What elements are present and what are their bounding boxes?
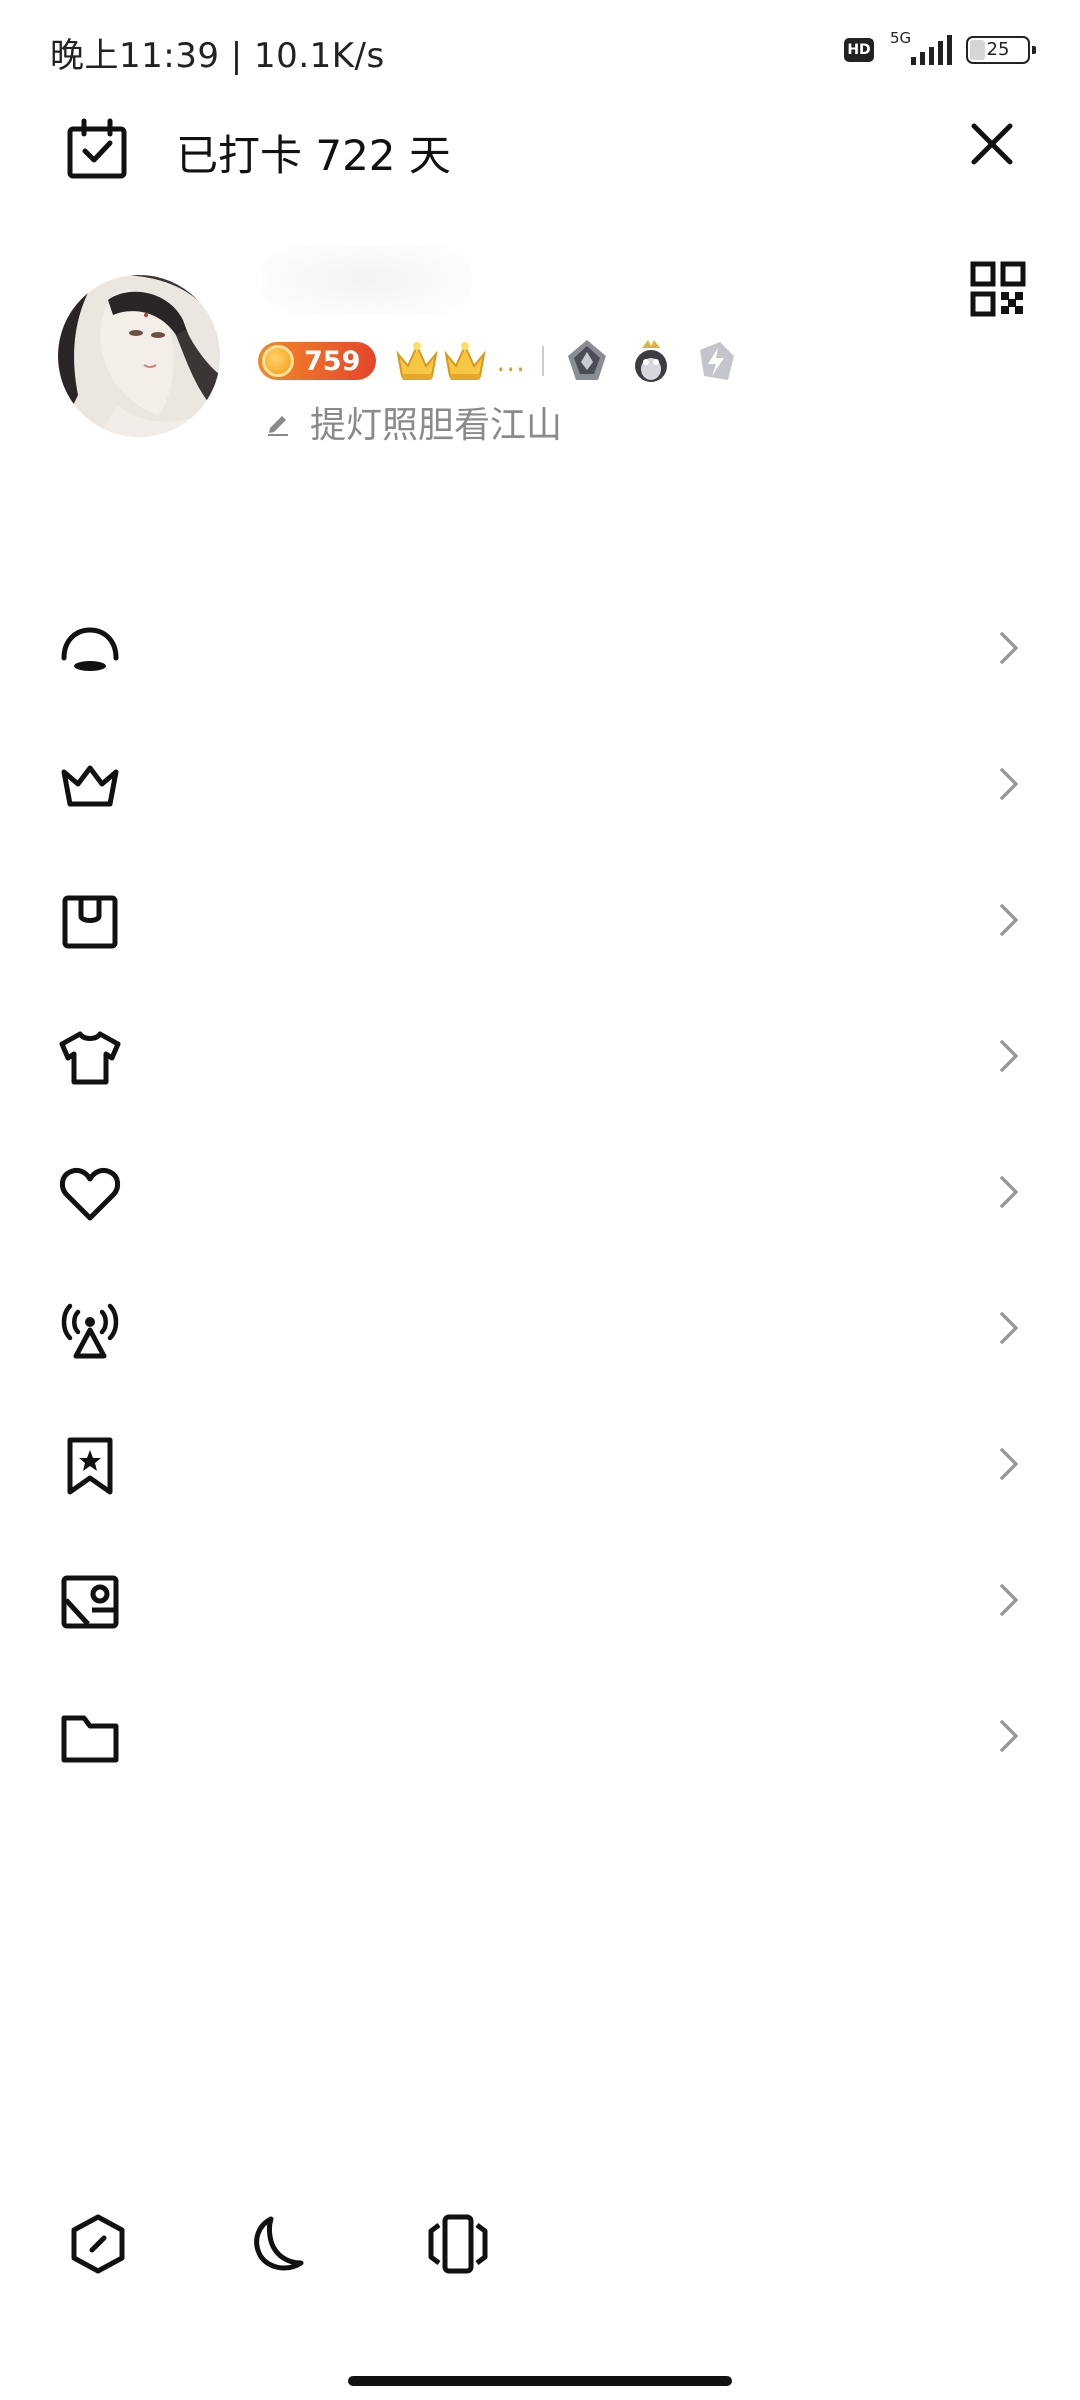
network-type: 5G [890,29,912,47]
heart-icon [60,1167,120,1221]
menu-item-8[interactable] [0,1532,1080,1668]
menu-list [0,580,1080,1804]
folder-icon [61,1715,119,1763]
status-bar: 晚上11:39 | 10.1K/s HD 5G 25 [0,0,1080,100]
signature-text: 提灯照胆看江山 [310,405,563,446]
crown-badge-icon [444,342,487,380]
status-indicators: HD 5G 25 [844,29,1036,70]
chevron-right-icon [1000,632,1018,664]
avatar[interactable] [58,275,220,437]
moon-icon [254,2216,304,2271]
app-screen: 晚上11:39 | 10.1K/s HD 5G 25 已打卡 722 天 759… [0,0,1080,2400]
crown-icon [61,765,119,807]
vip-crowns[interactable]: ... [394,340,526,382]
level-value: 759 [304,345,361,377]
battery-icon: 25 [966,36,1036,64]
checkin-text[interactable]: 已打卡 722 天 [176,122,451,183]
menu-item-5[interactable] [0,1124,1080,1260]
menu-item-3[interactable] [0,852,1080,988]
lightning-medal-icon [700,342,735,380]
chevron-right-icon [1000,1720,1018,1752]
header: 已打卡 722 天 [0,110,1080,190]
menu-item-9[interactable] [0,1668,1080,1804]
vibrate-button[interactable] [418,2204,498,2284]
chevron-right-icon [1000,904,1018,936]
chevron-right-icon [1000,1176,1018,1208]
chevron-right-icon [1000,1584,1018,1616]
edit-icon [268,416,288,436]
signal-icon: 5G [888,29,952,67]
close-icon [971,123,1013,165]
menu-item-4[interactable] [0,988,1080,1124]
close-button[interactable] [960,112,1024,176]
menu-item-1[interactable] [0,580,1080,716]
tshirt-icon [59,1031,121,1085]
penguin-medal-icon [635,340,668,382]
level-badge[interactable]: 759 [258,342,377,380]
qr-code-icon [970,261,1026,317]
phone-vibrate-icon [428,2214,488,2274]
medals[interactable] [562,336,740,386]
profile-card: 759 ... 提灯照胆看江山 [0,245,1080,465]
medal-icon [568,340,607,380]
settings-hex-icon [71,2214,125,2274]
username-redacted [262,245,472,315]
bookmark-star-icon [67,1437,113,1495]
status-time: 晚上11:39 | 10.1K/s [50,36,385,76]
dark-mode-button[interactable] [238,2204,318,2284]
crown-badge-icon [396,342,439,380]
photo-icon [61,1575,119,1629]
wallet-icon [62,895,118,949]
chevron-right-icon [1000,768,1018,800]
signature[interactable]: 提灯照胆看江山 [264,397,562,447]
battery-percent: 25 [986,39,1010,60]
chevron-right-icon [1000,1040,1018,1072]
bottom-toolbar [0,2200,1080,2290]
menu-item-7[interactable] [0,1396,1080,1532]
badge-row: 759 ... [258,333,740,389]
menu-item-2[interactable] [0,716,1080,852]
semicircle-icon [61,627,119,671]
calendar-check-icon[interactable] [66,118,128,180]
more-badges: ... [496,344,527,378]
menu-item-6[interactable] [0,1260,1080,1396]
hd-badge: HD [844,38,874,62]
qr-code-button[interactable] [970,261,1026,317]
coin-icon [262,345,294,377]
settings-button[interactable] [58,2204,138,2284]
chevron-right-icon [1000,1448,1018,1480]
divider [542,346,545,376]
chevron-right-icon [1000,1312,1018,1344]
broadcast-icon [61,1303,119,1359]
home-indicator[interactable] [348,2376,732,2386]
